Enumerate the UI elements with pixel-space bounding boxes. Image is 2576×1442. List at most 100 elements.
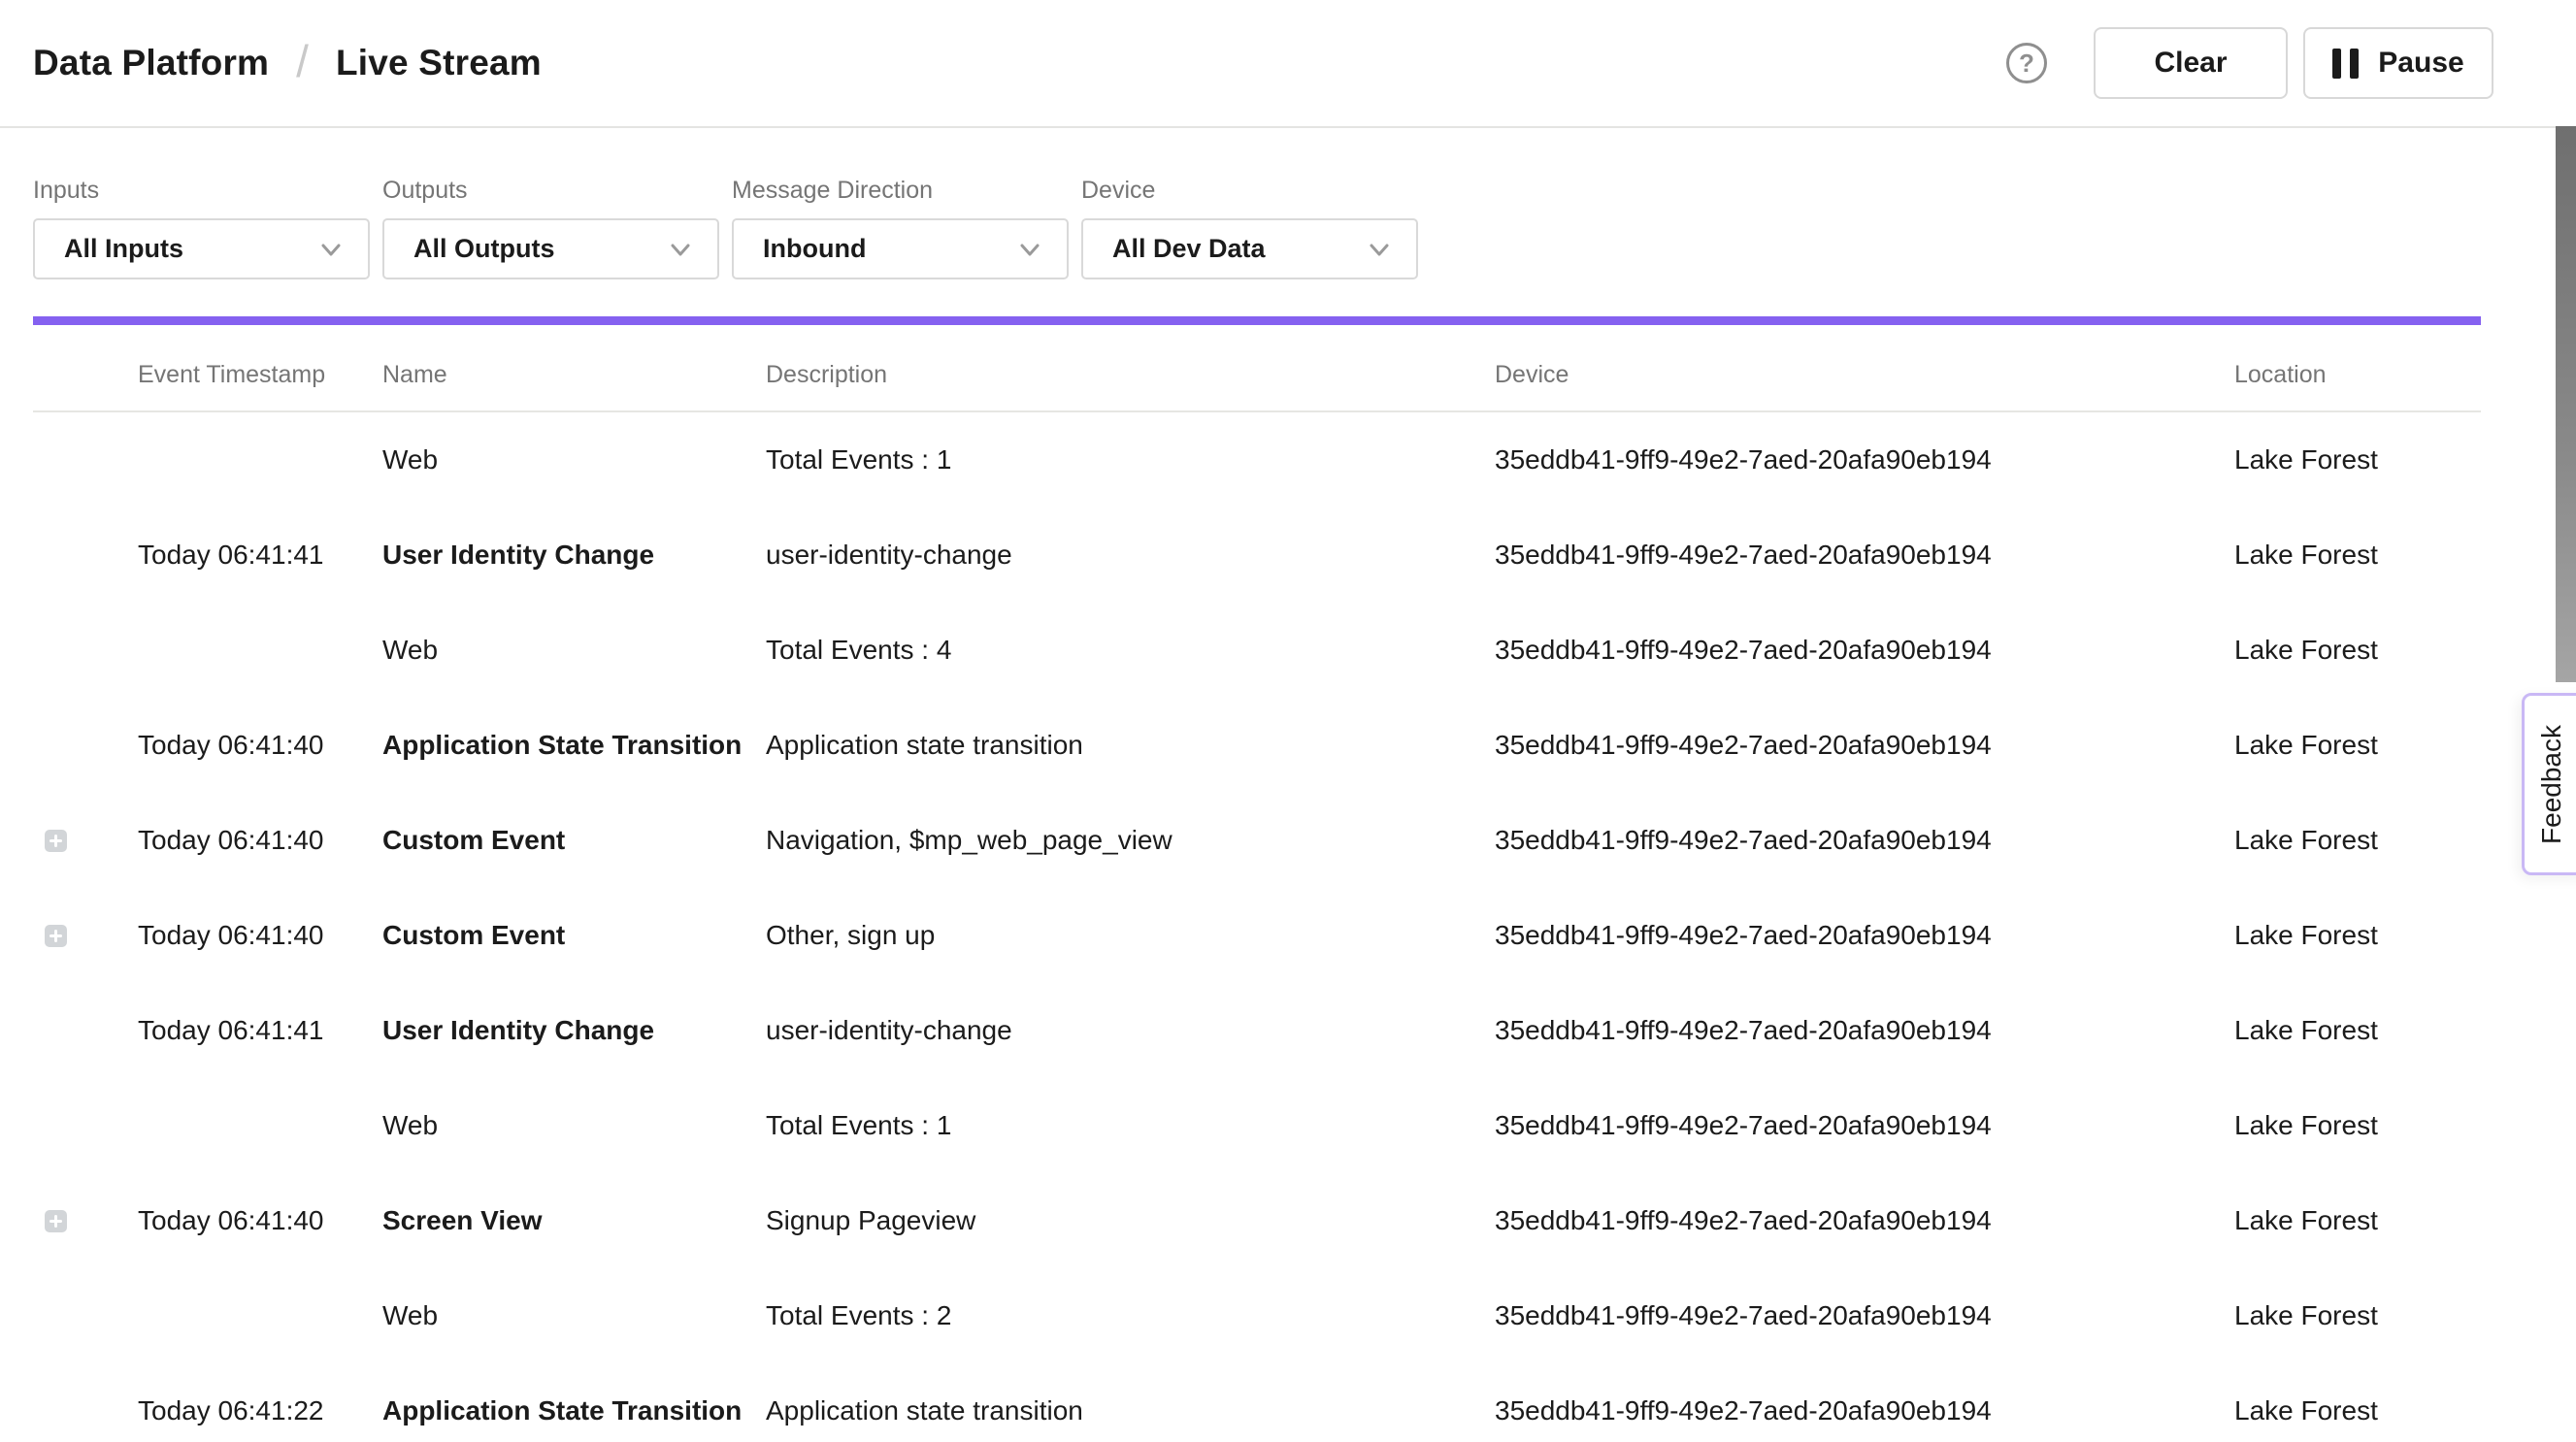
feedback-tab-label: Feedback bbox=[2536, 725, 2567, 844]
event-timestamp: Today 06:41:41 bbox=[138, 540, 382, 571]
message-direction-dropdown[interactable]: Inbound bbox=[732, 218, 1069, 279]
event-device-id: 35eddb41-9ff9-49e2-7aed-20afa90eb194 bbox=[1495, 1205, 2234, 1236]
event-description: user-identity-change bbox=[766, 540, 1495, 571]
table-body: Web Total Events : 1 35eddb41-9ff9-49e2-… bbox=[33, 412, 2481, 1442]
table-row[interactable]: Today 06:41:40 Application State Transit… bbox=[33, 698, 2481, 793]
chevron-down-icon bbox=[667, 236, 694, 263]
vertical-scrollbar-thumb[interactable] bbox=[2556, 126, 2576, 682]
clear-button-label: Clear bbox=[2154, 47, 2227, 80]
event-location: Lake Forest bbox=[2234, 1300, 2481, 1331]
pause-icon bbox=[2332, 49, 2359, 79]
event-timestamp: Today 06:41:40 bbox=[138, 730, 382, 761]
event-name: Screen View bbox=[382, 1205, 766, 1236]
filter-outputs: Outputs All Outputs bbox=[382, 177, 719, 279]
column-name: Name bbox=[382, 361, 766, 389]
filter-label: Inputs bbox=[33, 177, 370, 205]
event-location: Lake Forest bbox=[2234, 540, 2481, 571]
pause-button-label: Pause bbox=[2378, 47, 2463, 80]
breadcrumb-separator: / bbox=[296, 35, 309, 87]
event-location: Lake Forest bbox=[2234, 920, 2481, 951]
event-name: Application State Transition bbox=[382, 730, 766, 761]
filter-label: Outputs bbox=[382, 177, 719, 205]
table-row[interactable]: Today 06:41:41 User Identity Change user… bbox=[33, 508, 2481, 603]
event-name: Web bbox=[382, 635, 766, 666]
filter-message-direction: Message Direction Inbound bbox=[732, 177, 1069, 279]
event-location: Lake Forest bbox=[2234, 1015, 2481, 1046]
event-description: Total Events : 1 bbox=[766, 444, 1495, 475]
event-device-id: 35eddb41-9ff9-49e2-7aed-20afa90eb194 bbox=[1495, 1300, 2234, 1331]
table-row[interactable]: Today 06:41:40 Custom Event Navigation, … bbox=[33, 793, 2481, 888]
feedback-tab[interactable]: Feedback bbox=[2522, 693, 2576, 875]
event-device-id: 35eddb41-9ff9-49e2-7aed-20afa90eb194 bbox=[1495, 1015, 2234, 1046]
event-description: Other, sign up bbox=[766, 920, 1495, 951]
breadcrumb-section[interactable]: Data Platform bbox=[33, 43, 269, 83]
event-device-id: 35eddb41-9ff9-49e2-7aed-20afa90eb194 bbox=[1495, 920, 2234, 951]
event-location: Lake Forest bbox=[2234, 730, 2481, 761]
event-timestamp: Today 06:41:22 bbox=[138, 1395, 382, 1426]
table-row[interactable]: Today 06:41:40 Screen View Signup Pagevi… bbox=[33, 1173, 2481, 1268]
outputs-dropdown-value: All Outputs bbox=[413, 234, 554, 264]
device-dropdown-value: All Dev Data bbox=[1112, 234, 1266, 264]
top-header: Data Platform / Live Stream ? Clear Paus… bbox=[0, 0, 2576, 128]
event-device-id: 35eddb41-9ff9-49e2-7aed-20afa90eb194 bbox=[1495, 635, 2234, 666]
help-icon[interactable]: ? bbox=[2006, 43, 2047, 83]
event-location: Lake Forest bbox=[2234, 1110, 2481, 1141]
expand-row-button[interactable] bbox=[45, 830, 67, 852]
event-device-id: 35eddb41-9ff9-49e2-7aed-20afa90eb194 bbox=[1495, 825, 2234, 856]
table-row[interactable]: Web Total Events : 1 35eddb41-9ff9-49e2-… bbox=[33, 412, 2481, 508]
filter-label: Device bbox=[1081, 177, 1418, 205]
table-header-row: Event Timestamp Name Description Device … bbox=[33, 325, 2481, 412]
event-name: Application State Transition bbox=[382, 1395, 766, 1426]
filter-inputs: Inputs All Inputs bbox=[33, 177, 370, 279]
event-device-id: 35eddb41-9ff9-49e2-7aed-20afa90eb194 bbox=[1495, 1110, 2234, 1141]
event-timestamp: Today 06:41:40 bbox=[138, 825, 382, 856]
event-name: Web bbox=[382, 1110, 766, 1141]
column-device: Device bbox=[1495, 361, 2234, 389]
event-location: Lake Forest bbox=[2234, 1395, 2481, 1426]
event-name: Custom Event bbox=[382, 920, 766, 951]
expand-row-button[interactable] bbox=[45, 1210, 67, 1232]
live-stream-table: Event Timestamp Name Description Device … bbox=[33, 325, 2481, 1442]
event-location: Lake Forest bbox=[2234, 825, 2481, 856]
chevron-down-icon bbox=[1016, 236, 1043, 263]
table-row[interactable]: Today 06:41:41 User Identity Change user… bbox=[33, 983, 2481, 1078]
filter-device: Device All Dev Data bbox=[1081, 177, 1418, 279]
outputs-dropdown[interactable]: All Outputs bbox=[382, 218, 719, 279]
message-direction-dropdown-value: Inbound bbox=[763, 234, 866, 264]
pause-button[interactable]: Pause bbox=[2303, 27, 2493, 99]
event-name: Custom Event bbox=[382, 825, 766, 856]
chevron-down-icon bbox=[1366, 236, 1393, 263]
table-row[interactable]: Today 06:41:22 Application State Transit… bbox=[33, 1363, 2481, 1442]
table-row[interactable]: Today 06:41:40 Custom Event Other, sign … bbox=[33, 888, 2481, 983]
page-title: Live Stream bbox=[336, 43, 542, 83]
event-description: Total Events : 1 bbox=[766, 1110, 1495, 1141]
event-description: Application state transition bbox=[766, 1395, 1495, 1426]
event-description: user-identity-change bbox=[766, 1015, 1495, 1046]
event-device-id: 35eddb41-9ff9-49e2-7aed-20afa90eb194 bbox=[1495, 540, 2234, 571]
event-name: Web bbox=[382, 444, 766, 475]
event-name: User Identity Change bbox=[382, 540, 766, 571]
event-location: Lake Forest bbox=[2234, 1205, 2481, 1236]
table-row[interactable]: Web Total Events : 1 35eddb41-9ff9-49e2-… bbox=[33, 1078, 2481, 1173]
event-description: Signup Pageview bbox=[766, 1205, 1495, 1236]
event-timestamp: Today 06:41:40 bbox=[138, 1205, 382, 1236]
filter-label: Message Direction bbox=[732, 177, 1069, 205]
device-dropdown[interactable]: All Dev Data bbox=[1081, 218, 1418, 279]
table-row[interactable]: Web Total Events : 2 35eddb41-9ff9-49e2-… bbox=[33, 1268, 2481, 1363]
column-event-timestamp: Event Timestamp bbox=[138, 361, 382, 389]
event-device-id: 35eddb41-9ff9-49e2-7aed-20afa90eb194 bbox=[1495, 1395, 2234, 1426]
table-row[interactable]: Web Total Events : 4 35eddb41-9ff9-49e2-… bbox=[33, 603, 2481, 698]
inputs-dropdown[interactable]: All Inputs bbox=[33, 218, 370, 279]
event-description: Total Events : 4 bbox=[766, 635, 1495, 666]
event-device-id: 35eddb41-9ff9-49e2-7aed-20afa90eb194 bbox=[1495, 444, 2234, 475]
expand-row-button[interactable] bbox=[45, 925, 67, 947]
event-device-id: 35eddb41-9ff9-49e2-7aed-20afa90eb194 bbox=[1495, 730, 2234, 761]
event-location: Lake Forest bbox=[2234, 635, 2481, 666]
event-name: User Identity Change bbox=[382, 1015, 766, 1046]
event-description: Application state transition bbox=[766, 730, 1495, 761]
accent-divider bbox=[33, 316, 2481, 325]
clear-button[interactable]: Clear bbox=[2094, 27, 2288, 99]
filter-bar: Inputs All Inputs Outputs All Outputs Me… bbox=[0, 128, 2576, 279]
event-timestamp: Today 06:41:41 bbox=[138, 1015, 382, 1046]
event-description: Total Events : 2 bbox=[766, 1300, 1495, 1331]
